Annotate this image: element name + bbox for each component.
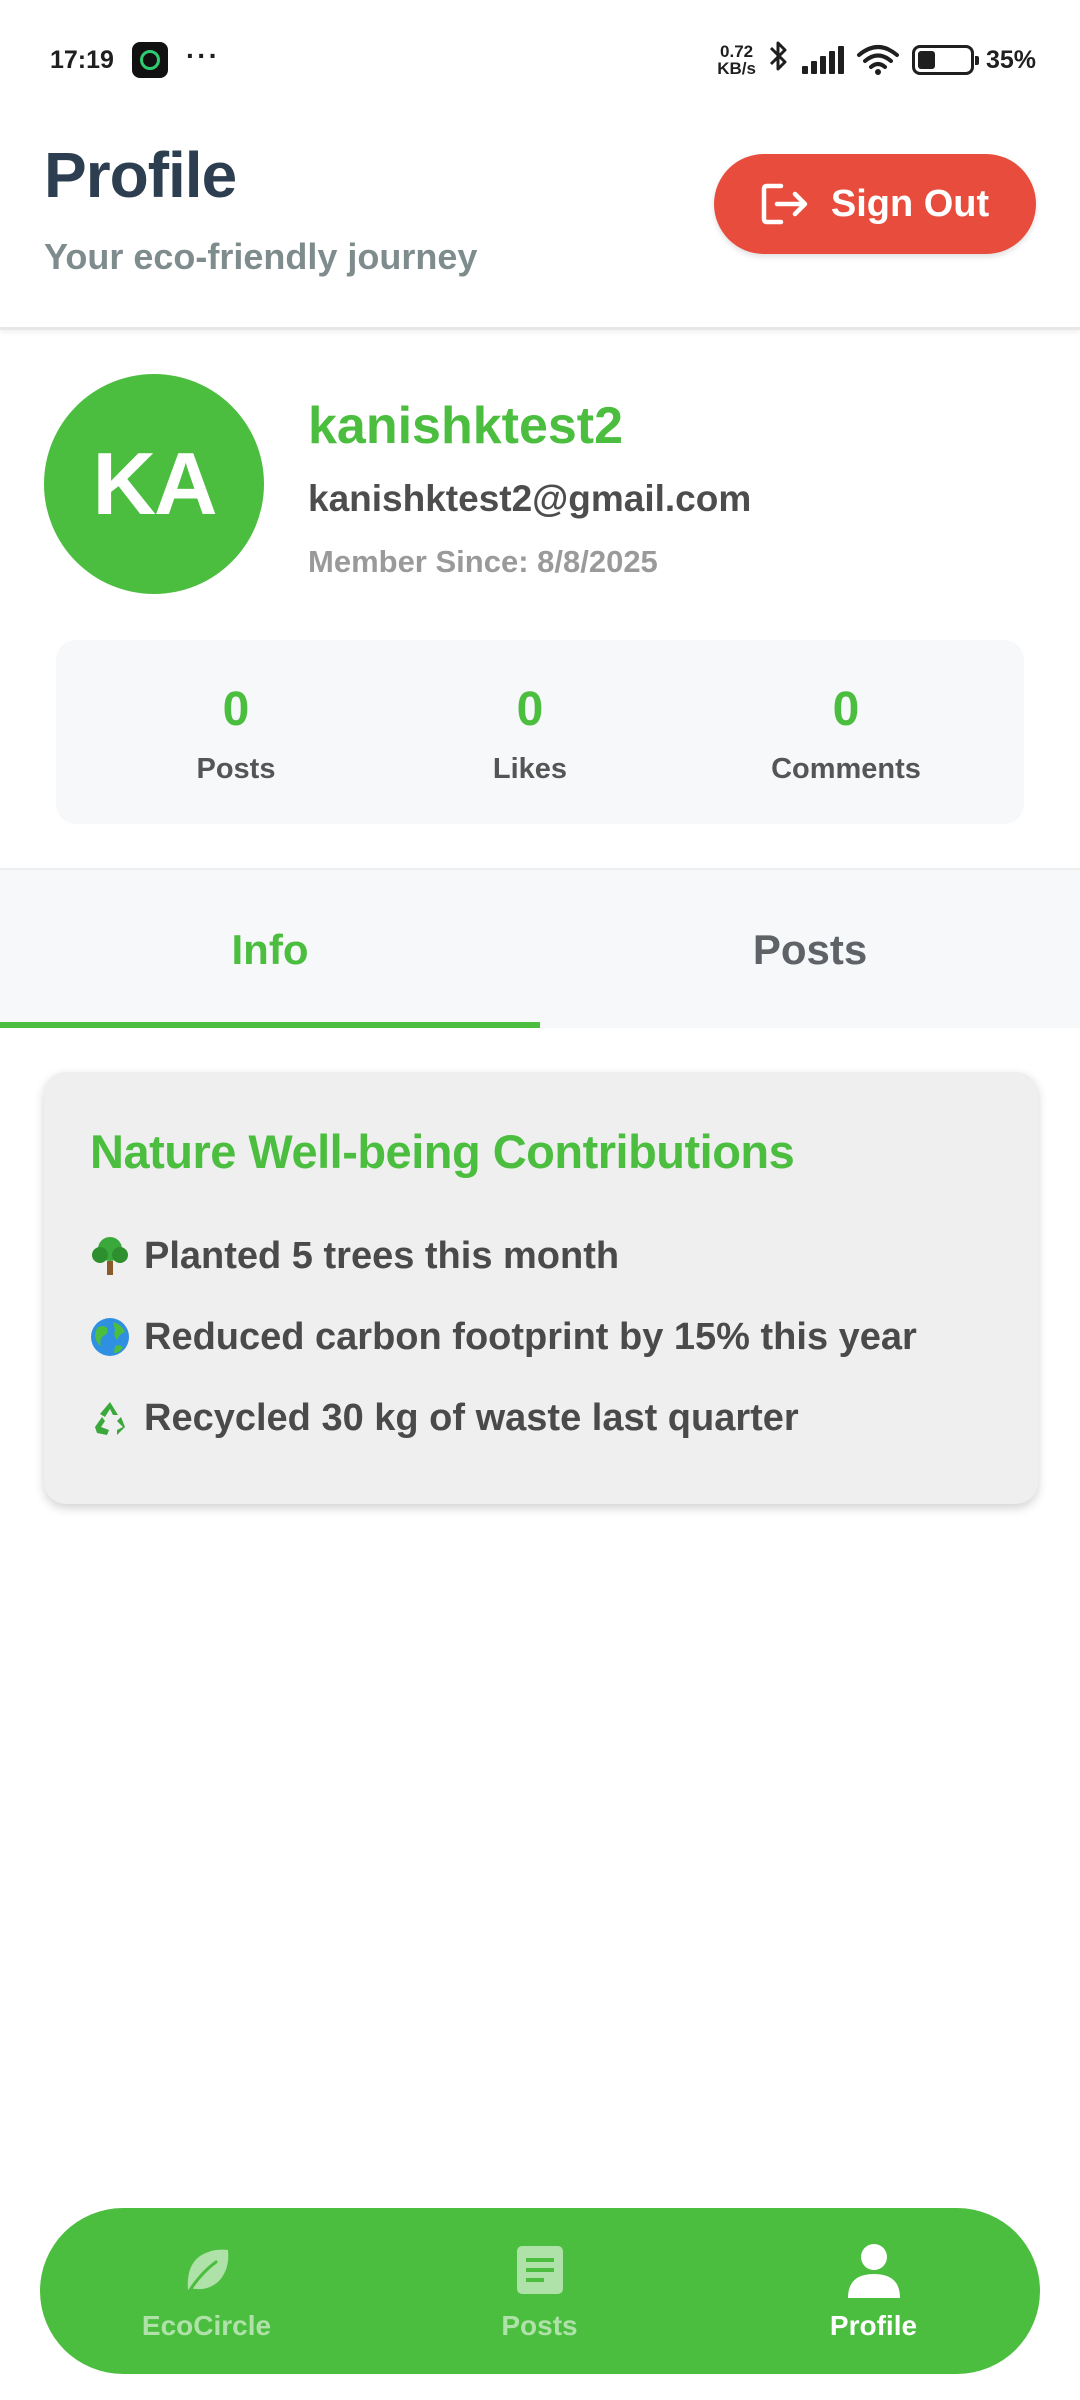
contributions-title: Nature Well-being Contributions bbox=[90, 1125, 795, 1178]
battery-percent: 35% bbox=[985, 45, 1036, 74]
avatar: KA bbox=[44, 374, 264, 594]
status-more: ··· bbox=[185, 40, 220, 71]
nav-item-profile[interactable]: Profile bbox=[707, 2208, 1040, 2374]
contribution-text: Reduced carbon footprint by 15% this yea… bbox=[144, 1315, 917, 1358]
document-icon bbox=[515, 2242, 565, 2298]
battery-icon bbox=[911, 45, 979, 75]
tab-posts[interactable]: Posts bbox=[540, 870, 1080, 1030]
stat-likes-label: Likes bbox=[492, 753, 568, 785]
stat-posts: 0 Posts bbox=[156, 640, 316, 824]
status-bar: 17:19 ··· 0.72 KB/s 35% bbox=[0, 0, 1080, 120]
profile-screen: 17:19 ··· 0.72 KB/s 35% Profile Your eco… bbox=[0, 0, 1080, 2400]
stat-posts-value: 0 bbox=[222, 683, 250, 736]
page-subtitle: Your eco-friendly journey bbox=[44, 236, 478, 277]
stat-comments-value: 0 bbox=[832, 683, 860, 736]
recycle-icon bbox=[88, 1396, 132, 1440]
status-time: 17:19 bbox=[50, 45, 114, 74]
bottom-navigation: EcoCircle Posts Profile bbox=[40, 2208, 1040, 2374]
sign-out-label: Sign Out bbox=[830, 182, 990, 225]
contribution-item: Recycled 30 kg of waste last quarter bbox=[88, 1396, 799, 1440]
stat-comments-label: Comments bbox=[771, 753, 921, 785]
globe-icon bbox=[88, 1315, 132, 1359]
page-header: Profile Your eco-friendly journey Sign O… bbox=[0, 120, 1080, 330]
contribution-text: Recycled 30 kg of waste last quarter bbox=[144, 1396, 799, 1439]
active-tab-indicator bbox=[0, 1022, 540, 1028]
stats-panel: 0 Posts 0 Likes 0 Comments bbox=[56, 640, 1024, 824]
leaf-icon bbox=[182, 2242, 232, 2298]
person-icon bbox=[846, 2242, 902, 2298]
stat-likes: 0 Likes bbox=[450, 640, 610, 824]
contributions-card: Nature Well-being Contributions Planted … bbox=[44, 1072, 1038, 1504]
bluetooth-icon bbox=[768, 39, 790, 82]
network-speed-value: 0.72 bbox=[720, 42, 754, 61]
stat-comments: 0 Comments bbox=[736, 640, 956, 824]
nav-label-ecocircle: EcoCircle bbox=[141, 2310, 272, 2341]
whatsapp-icon bbox=[131, 42, 168, 78]
nav-item-ecocircle[interactable]: EcoCircle bbox=[40, 2208, 373, 2374]
nav-item-posts[interactable]: Posts bbox=[373, 2208, 706, 2374]
tab-info[interactable]: Info bbox=[0, 870, 540, 1030]
contribution-text: Planted 5 trees this month bbox=[144, 1234, 620, 1277]
contribution-item: Planted 5 trees this month bbox=[88, 1234, 619, 1278]
signal-icon bbox=[801, 46, 844, 74]
status-bar-left: 17:19 ··· bbox=[50, 40, 220, 78]
sign-out-button[interactable]: Sign Out bbox=[714, 154, 1036, 254]
status-bar-right: 0.72 KB/s 35% bbox=[717, 39, 1036, 82]
nav-label-posts: Posts bbox=[501, 2310, 578, 2341]
member-since: Member Since: 8/8/2025 bbox=[308, 544, 658, 579]
battery-level bbox=[917, 51, 936, 69]
username: kanishktest2 bbox=[308, 397, 624, 455]
user-email: kanishktest2@gmail.com bbox=[308, 478, 752, 519]
wifi-icon bbox=[856, 44, 900, 76]
tree-icon bbox=[88, 1234, 132, 1278]
network-speed: 0.72 KB/s bbox=[717, 43, 756, 77]
page-title: Profile bbox=[44, 139, 237, 211]
stat-posts-label: Posts bbox=[196, 753, 276, 785]
stat-likes-value: 0 bbox=[516, 683, 544, 736]
logout-icon bbox=[761, 182, 809, 226]
nav-label-profile: Profile bbox=[829, 2310, 918, 2341]
network-speed-unit: KB/s bbox=[717, 59, 756, 78]
profile-tabs: Info Posts bbox=[0, 868, 1080, 1028]
contribution-item: Reduced carbon footprint by 15% this yea… bbox=[88, 1315, 917, 1359]
